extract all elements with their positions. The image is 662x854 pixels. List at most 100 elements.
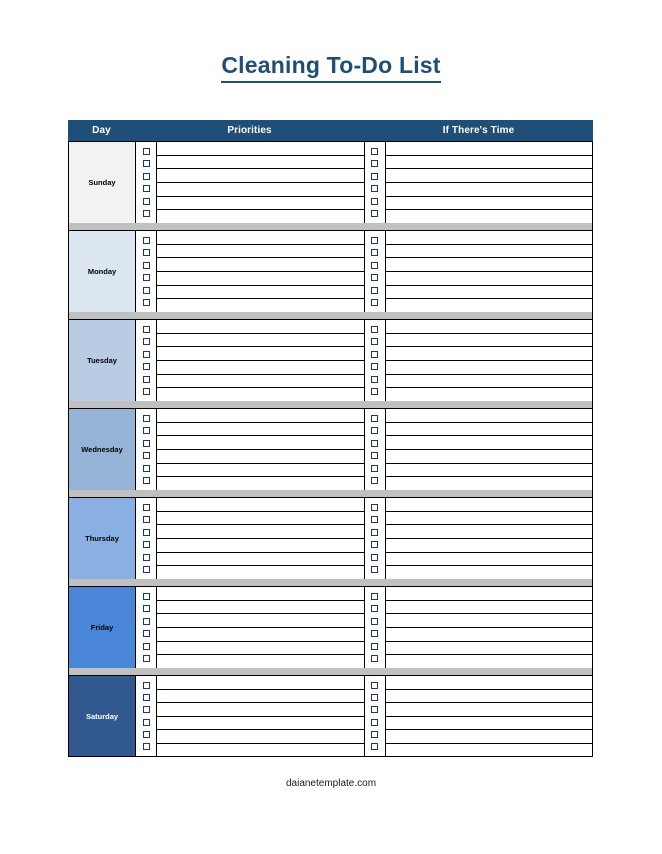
checkbox-icon[interactable]	[371, 414, 378, 422]
writing-line[interactable]	[385, 320, 592, 334]
checkbox-icon[interactable]	[142, 528, 150, 536]
checkbox-cell[interactable]	[365, 373, 385, 386]
checkbox-icon[interactable]	[371, 464, 378, 472]
checkbox-icon[interactable]	[142, 414, 150, 422]
writing-line[interactable]	[385, 450, 592, 464]
checkbox-icon[interactable]	[371, 730, 378, 738]
writing-line[interactable]	[386, 655, 593, 668]
writing-line[interactable]	[157, 690, 364, 703]
writing-line[interactable]	[385, 730, 592, 744]
checkbox-icon[interactable]	[371, 743, 378, 751]
checkbox-cell[interactable]	[136, 551, 156, 564]
checkbox-cell[interactable]	[136, 234, 156, 247]
checkbox-cell[interactable]	[136, 145, 156, 158]
writing-line[interactable]	[157, 361, 364, 375]
writing-line[interactable]	[385, 272, 592, 286]
checkbox-icon[interactable]	[371, 388, 378, 396]
checkbox-cell[interactable]	[136, 475, 156, 488]
checkbox-icon[interactable]	[371, 160, 378, 168]
writing-line[interactable]	[157, 587, 364, 601]
checkbox-cell[interactable]	[365, 615, 385, 628]
checkbox-cell[interactable]	[136, 716, 156, 728]
checkbox-icon[interactable]	[371, 528, 378, 536]
checkbox-cell[interactable]	[136, 679, 156, 691]
checkbox-cell[interactable]	[365, 716, 385, 728]
writing-line[interactable]	[385, 587, 592, 601]
checkbox-cell[interactable]	[136, 183, 156, 196]
writing-line[interactable]	[157, 375, 364, 389]
checkbox-icon[interactable]	[371, 516, 378, 524]
checkbox-cell[interactable]	[365, 145, 385, 158]
checkbox-icon[interactable]	[142, 197, 150, 205]
checkbox-icon[interactable]	[142, 210, 150, 218]
checkbox-cell[interactable]	[365, 462, 385, 475]
checkbox-cell[interactable]	[365, 741, 385, 753]
checkbox-cell[interactable]	[365, 170, 385, 183]
writing-line[interactable]	[157, 423, 364, 437]
checkbox-icon[interactable]	[371, 363, 378, 371]
writing-line[interactable]	[385, 539, 592, 553]
writing-line[interactable]	[385, 436, 592, 451]
checkbox-icon[interactable]	[371, 236, 378, 244]
writing-line[interactable]	[386, 566, 593, 579]
checkbox-icon[interactable]	[142, 553, 150, 561]
writing-line[interactable]	[385, 703, 592, 717]
checkbox-cell[interactable]	[136, 728, 156, 740]
checkbox-cell[interactable]	[365, 450, 385, 463]
checkbox-cell[interactable]	[365, 323, 385, 336]
checkbox-icon[interactable]	[371, 439, 378, 447]
writing-line[interactable]	[157, 525, 364, 540]
writing-line[interactable]	[385, 169, 592, 184]
writing-line[interactable]	[385, 375, 592, 389]
checkbox-cell[interactable]	[136, 158, 156, 171]
writing-line[interactable]	[157, 717, 364, 730]
checkbox-icon[interactable]	[371, 185, 378, 193]
writing-line[interactable]	[385, 231, 592, 245]
checkbox-cell[interactable]	[136, 640, 156, 653]
writing-line[interactable]	[385, 628, 592, 642]
checkbox-cell[interactable]	[365, 361, 385, 374]
checkbox-cell[interactable]	[136, 373, 156, 386]
checkbox-icon[interactable]	[371, 630, 378, 638]
checkbox-cell[interactable]	[136, 348, 156, 361]
checkbox-icon[interactable]	[142, 503, 150, 511]
checkbox-icon[interactable]	[371, 681, 378, 689]
writing-line[interactable]	[157, 642, 364, 656]
writing-line[interactable]	[385, 286, 592, 300]
writing-line[interactable]	[385, 601, 592, 615]
checkbox-icon[interactable]	[142, 693, 150, 701]
checkbox-cell[interactable]	[136, 741, 156, 753]
writing-line[interactable]	[157, 703, 364, 717]
checkbox-cell[interactable]	[365, 284, 385, 297]
checkbox-cell[interactable]	[365, 158, 385, 171]
checkbox-icon[interactable]	[142, 541, 150, 549]
checkbox-icon[interactable]	[371, 541, 378, 549]
checkbox-cell[interactable]	[365, 679, 385, 691]
checkbox-icon[interactable]	[142, 718, 150, 726]
writing-line[interactable]	[386, 744, 593, 757]
checkbox-cell[interactable]	[136, 526, 156, 539]
checkbox-icon[interactable]	[142, 160, 150, 168]
checkbox-icon[interactable]	[371, 338, 378, 346]
checkbox-cell[interactable]	[365, 247, 385, 260]
checkbox-icon[interactable]	[142, 516, 150, 524]
checkbox-icon[interactable]	[371, 706, 378, 714]
writing-line[interactable]	[157, 347, 364, 362]
checkbox-icon[interactable]	[142, 605, 150, 613]
checkbox-icon[interactable]	[142, 325, 150, 333]
checkbox-cell[interactable]	[136, 539, 156, 552]
checkbox-icon[interactable]	[142, 730, 150, 738]
checkbox-icon[interactable]	[142, 338, 150, 346]
checkbox-cell[interactable]	[136, 615, 156, 628]
checkbox-cell[interactable]	[136, 691, 156, 703]
writing-line[interactable]	[157, 676, 364, 690]
checkbox-icon[interactable]	[142, 592, 150, 600]
checkbox-icon[interactable]	[371, 210, 378, 218]
writing-line[interactable]	[157, 169, 364, 184]
writing-line[interactable]	[157, 197, 364, 211]
checkbox-icon[interactable]	[142, 172, 150, 180]
checkbox-icon[interactable]	[142, 261, 150, 269]
writing-line[interactable]	[385, 245, 592, 259]
checkbox-cell[interactable]	[136, 704, 156, 716]
checkbox-icon[interactable]	[371, 503, 378, 511]
